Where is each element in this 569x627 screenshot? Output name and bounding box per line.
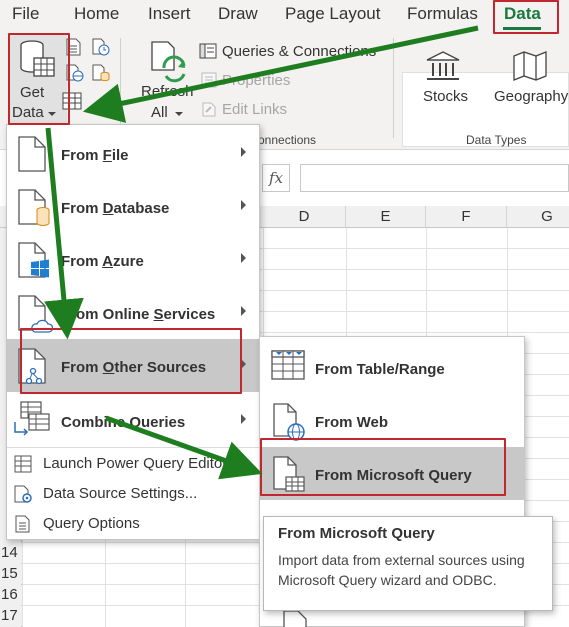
row-header-14[interactable]: 14 [0, 543, 22, 563]
queries-connections-label[interactable]: Queries & Connections [222, 43, 376, 60]
menu-item-label: From Online Services [61, 306, 216, 323]
row-header-16[interactable]: 16 [0, 585, 22, 605]
properties-label: Properties [222, 72, 291, 89]
insert-function-button[interactable]: fx [262, 164, 290, 192]
highlight-from-other-sources [20, 328, 242, 394]
menu-item-launch-power-query[interactable]: Launch Power Query Editor... [7, 449, 259, 479]
geography-icon[interactable] [512, 50, 548, 82]
submenu-arrow-icon [241, 414, 246, 424]
database-icon [18, 189, 50, 226]
submenu-arrow-icon [241, 200, 246, 210]
power-query-icon [14, 455, 32, 473]
tab-page-layout[interactable]: Page Layout [285, 4, 380, 24]
submenu-item-label: From Table/Range [315, 361, 445, 378]
highlight-data-tab [493, 0, 559, 34]
menu-item-combine-queries[interactable]: Combine Queries [7, 392, 259, 445]
ribbon-separator [120, 38, 121, 138]
highlight-from-microsoft-query [260, 438, 506, 496]
submenu-arrow-icon [241, 253, 246, 263]
submenu-arrow-icon [241, 147, 246, 157]
row-header-15[interactable]: 15 [0, 564, 22, 584]
edit-links-label: Edit Links [222, 101, 288, 118]
data-source-settings-icon [14, 485, 32, 503]
menu-item-label: From Azure [61, 253, 144, 270]
menu-item-from-database[interactable]: From Database [7, 180, 259, 233]
row-header-17[interactable]: 17 [0, 606, 22, 626]
menu-item-label: Launch Power Query Editor... [43, 455, 239, 472]
menu-item-label: Combine Queries [61, 414, 186, 431]
refresh-label-1: Refresh [141, 83, 194, 100]
combine-queries-icon [14, 401, 50, 436]
tab-insert[interactable]: Insert [148, 4, 191, 24]
refresh-chevron-icon [175, 112, 183, 116]
menu-item-data-source-settings[interactable]: Data Source Settings... [7, 479, 259, 509]
menu-item-label: From Database [61, 200, 170, 217]
partial-file-icon [283, 610, 307, 627]
column-header-d[interactable]: D [263, 206, 346, 228]
queries-connections-icon[interactable] [199, 43, 217, 59]
connections-group-label: onnections [258, 133, 317, 147]
menu-item-from-file[interactable]: From File [7, 127, 259, 180]
existing-connections-icon[interactable] [92, 64, 110, 82]
column-header-e[interactable]: E [346, 206, 426, 228]
geography-label[interactable]: Geography [494, 88, 568, 105]
ribbon-tabs: File Home Insert Draw Page Layout Formul… [0, 0, 569, 32]
query-options-icon [15, 515, 30, 533]
tab-home[interactable]: Home [74, 4, 119, 24]
highlight-get-data [8, 33, 70, 125]
edit-links-icon [202, 102, 216, 117]
menu-item-query-options[interactable]: Query Options [7, 509, 259, 539]
menu-item-from-azure[interactable]: From Azure [7, 233, 259, 286]
submenu-item-from-table-range[interactable]: From Table/Range [260, 341, 524, 394]
tooltip: From Microsoft Query Import data from ex… [263, 516, 553, 611]
refresh-label-2: All [151, 104, 168, 121]
refresh-all-icon[interactable] [150, 40, 190, 84]
stocks-label[interactable]: Stocks [423, 88, 468, 105]
table-range-icon [271, 350, 305, 380]
azure-icon [18, 242, 49, 278]
menu-item-label: Data Source Settings... [43, 485, 198, 502]
menu-item-label: From File [61, 147, 129, 164]
column-header-f[interactable]: F [426, 206, 507, 228]
tab-file[interactable]: File [12, 4, 39, 24]
submenu-item-label: From Web [315, 414, 389, 431]
data-types-group-label: Data Types [466, 133, 527, 147]
recent-sources-icon[interactable] [92, 38, 110, 56]
web-icon [273, 403, 305, 441]
menu-item-label: Query Options [43, 515, 140, 532]
stocks-icon[interactable] [425, 50, 461, 82]
formula-input[interactable] [300, 164, 569, 192]
tooltip-body: Import data from external sources using … [278, 552, 525, 588]
tooltip-title: From Microsoft Query [278, 525, 435, 542]
tab-formulas[interactable]: Formulas [407, 4, 478, 24]
column-header-g[interactable]: G [507, 206, 569, 228]
file-icon [18, 136, 46, 172]
tab-draw[interactable]: Draw [218, 4, 258, 24]
properties-icon [201, 72, 217, 88]
menu-divider [7, 447, 259, 448]
submenu-arrow-icon [241, 306, 246, 316]
ribbon-separator-2 [393, 38, 394, 138]
